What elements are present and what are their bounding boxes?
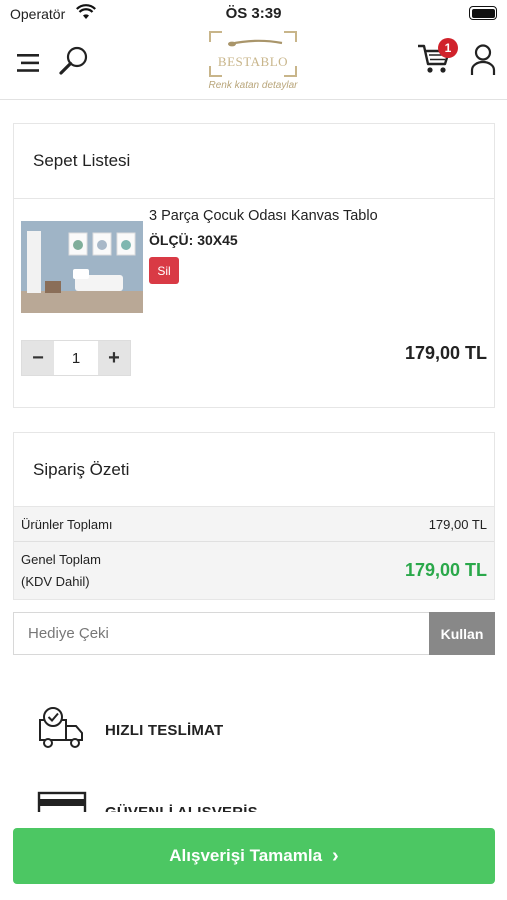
complete-checkout-button[interactable]: Alışverişi Tamamla › — [13, 828, 495, 884]
delivery-truck-icon — [37, 706, 87, 755]
products-total-label: Ürünler Toplamı — [21, 516, 113, 532]
quantity-stepper: − 1 + — [21, 340, 131, 376]
feature-fast-delivery: HIZLI TESLİMAT — [37, 706, 223, 755]
cart-list-card: Sepet Listesi 3 Parça Çocuk Odası Kanvas… — [13, 123, 495, 408]
grand-total-label: Genel Toplam — [21, 551, 101, 567]
battery-icon — [469, 6, 497, 20]
delete-item-button[interactable]: Sil — [149, 257, 179, 284]
product-name[interactable]: 3 Parça Çocuk Odası Kanvas Tablo — [149, 208, 378, 224]
grand-total-value: 179,00 TL — [404, 560, 487, 580]
cart-list-title: Sepet Listesi — [33, 151, 131, 170]
feature-label: HIZLI TESLİMAT — [105, 722, 224, 739]
increase-quantity-button[interactable]: + — [98, 341, 130, 375]
chevron-right-icon: › — [332, 844, 339, 867]
products-total-row: Ürünler Toplamı 179,00 TL — [14, 507, 494, 542]
search-icon[interactable] — [56, 44, 92, 78]
logo-text: BESTABLO — [217, 54, 289, 69]
brand-logo[interactable]: BESTABLO Renk katan detaylar — [200, 30, 306, 98]
gift-coupon-input[interactable] — [13, 612, 429, 655]
cart-button[interactable]: 1 — [416, 38, 458, 78]
order-summary-card: Sipariş Özeti Ürünler Toplamı 179,00 TL … — [13, 432, 495, 600]
product-price: 179,00 TL — [404, 343, 487, 363]
user-icon[interactable] — [466, 42, 500, 78]
vat-included-label: (KDV Dahil) — [21, 573, 90, 589]
status-time: ÖS 3:39 — [225, 5, 282, 22]
order-summary-title: Sipariş Özeti — [33, 460, 130, 479]
quantity-value[interactable]: 1 — [54, 341, 98, 375]
product-image[interactable] — [21, 221, 143, 313]
status-bar: Operatör ÖS 3:39 — [0, 0, 507, 28]
logo-tagline: Renk katan detaylar — [208, 80, 298, 91]
app-header: BESTABLO Renk katan detaylar 1 — [0, 28, 507, 100]
apply-coupon-button[interactable]: Kullan — [429, 612, 495, 655]
grand-total-row: Genel Toplam (KDV Dahil) 179,00 TL — [14, 542, 494, 599]
decrease-quantity-button[interactable]: − — [22, 341, 54, 375]
products-total-value: 179,00 TL — [428, 516, 487, 532]
gift-coupon-form: Kullan — [13, 612, 495, 655]
product-size: ÖLÇÜ: 30X45 — [149, 232, 238, 248]
cart-count-badge: 1 — [438, 38, 458, 58]
checkout-label: Alışverişi Tamamla — [169, 846, 323, 865]
menu-icon[interactable] — [14, 50, 42, 76]
